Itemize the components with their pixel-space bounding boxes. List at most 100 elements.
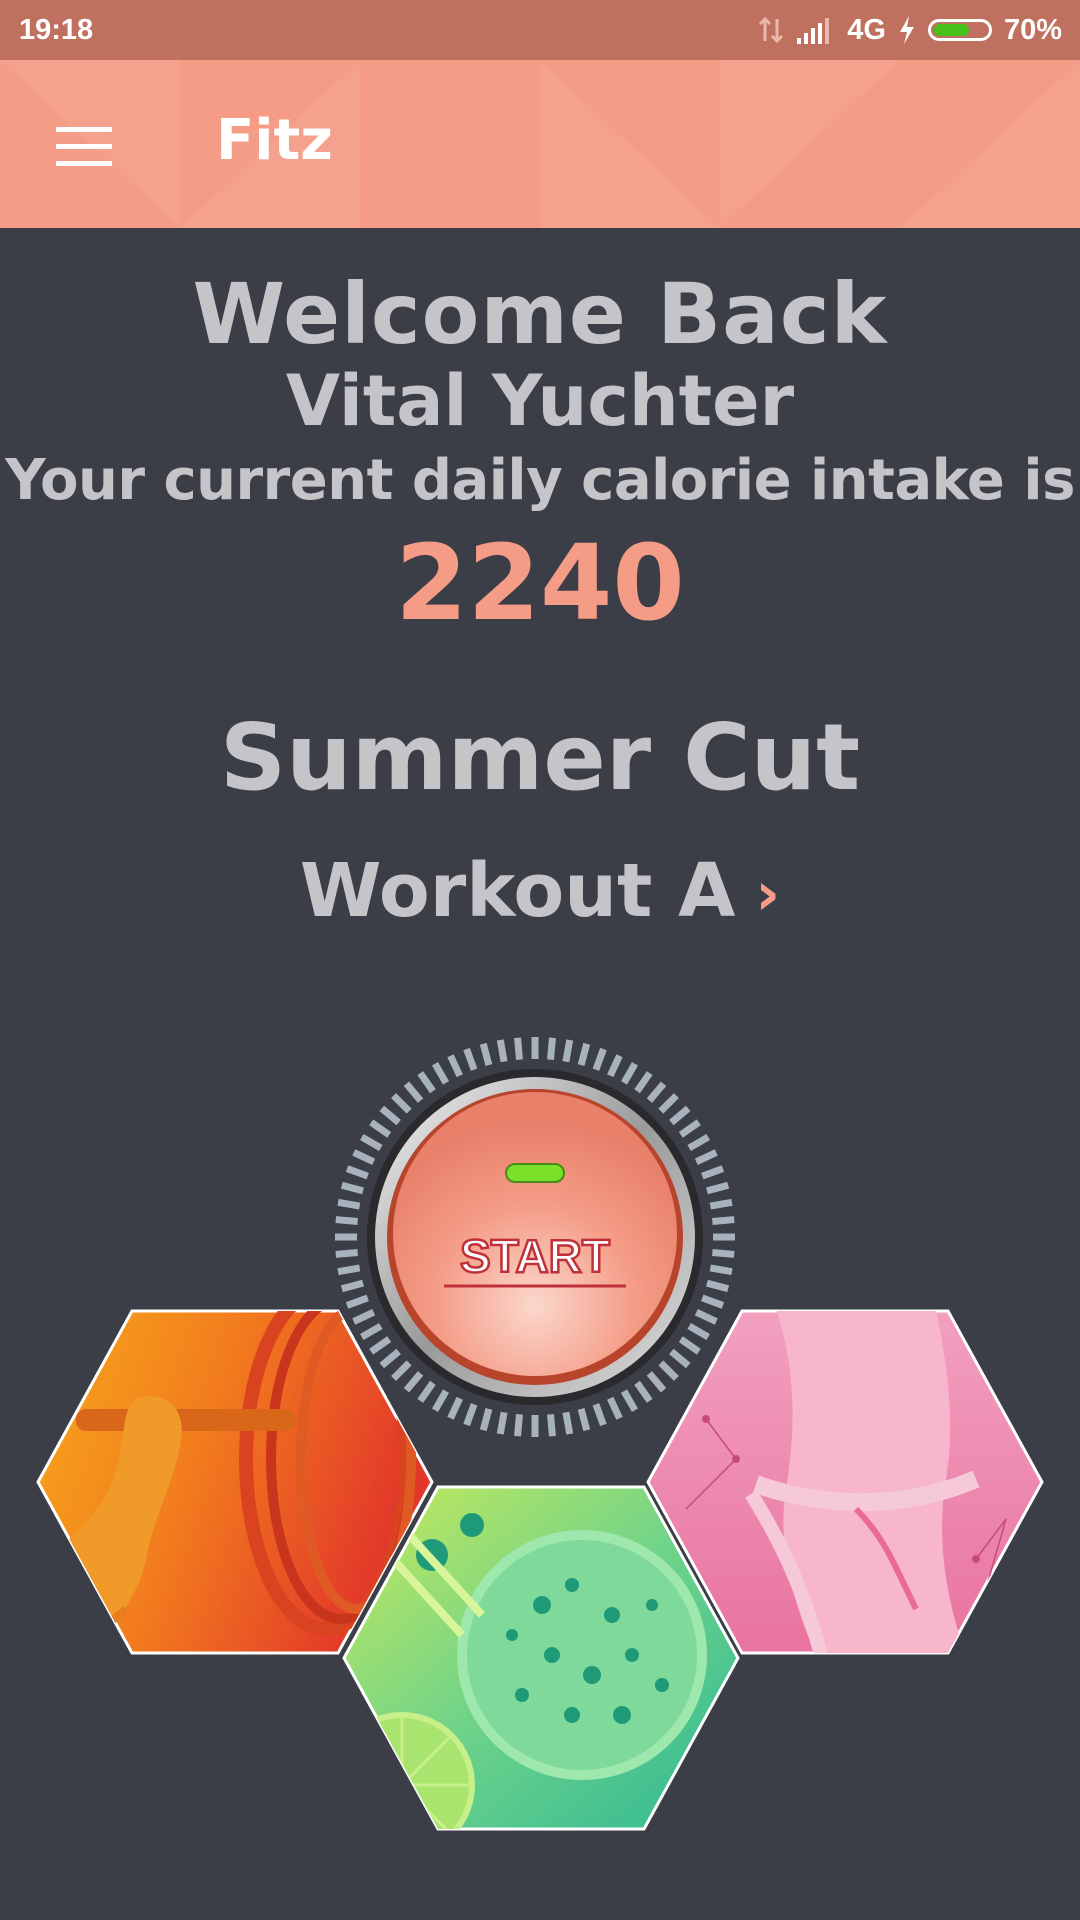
app-bar: Fitz [0, 60, 1080, 228]
dial-tick [431, 1062, 450, 1085]
dial-tick [547, 1037, 556, 1060]
dial-tick [514, 1414, 523, 1437]
dial-tick [712, 1249, 735, 1258]
charging-icon [899, 16, 914, 44]
battery-percent: 70% [1003, 13, 1062, 46]
dial-tick [607, 1054, 623, 1078]
healthy-food-image [342, 1485, 740, 1831]
dial-tick [620, 1389, 639, 1412]
dial-tick [417, 1071, 436, 1094]
dial-tick [391, 1093, 412, 1114]
dial-tick [360, 1133, 383, 1152]
dial-tick [352, 1149, 376, 1165]
dial-tick [678, 1119, 701, 1138]
dial-tick [687, 1133, 710, 1152]
dial-tick [669, 1348, 691, 1369]
dial-tick [701, 1165, 725, 1180]
dial-tick [337, 1264, 361, 1276]
status-time: 19:18 [19, 14, 94, 46]
app-bar-pattern [900, 60, 1080, 228]
menu-button[interactable] [40, 116, 128, 176]
dial-tick [607, 1396, 623, 1420]
dial-tick [335, 1216, 358, 1225]
dial-tick [514, 1037, 523, 1060]
calorie-label: Your current daily calorie intake is [5, 448, 1075, 513]
start-button-graphic: START [335, 1037, 735, 1437]
dial-tick [403, 1371, 424, 1393]
dial-tick [496, 1411, 508, 1435]
dial-tick [709, 1264, 733, 1276]
dial-tick [669, 1105, 691, 1126]
dial-tick [562, 1411, 574, 1435]
dial-tick [658, 1360, 679, 1381]
dial-tick [352, 1309, 376, 1325]
battery-fill [933, 24, 969, 36]
dial-tick [496, 1039, 508, 1063]
dial-tick [345, 1294, 369, 1309]
dial-tick [369, 1336, 392, 1355]
dial-tick [577, 1042, 591, 1066]
user-name: Vital Yuchter [285, 360, 795, 442]
dial-tick [447, 1054, 463, 1078]
app-bar-pattern [720, 60, 900, 228]
dial-tick [701, 1294, 725, 1309]
dial-tick [658, 1093, 679, 1114]
dial-tick [369, 1119, 392, 1138]
dial-tick [577, 1408, 591, 1432]
dial-tick [634, 1071, 653, 1094]
dial-tick [562, 1039, 574, 1063]
dial-tick [403, 1081, 424, 1103]
dial-tick [360, 1322, 383, 1341]
data-transfer-icon [759, 16, 784, 44]
chevron-right-icon: › [755, 859, 781, 929]
dial-tick [337, 1198, 361, 1210]
dial-tick [417, 1380, 436, 1403]
start-indicator-led [505, 1163, 565, 1183]
plan-name: Summer Cut [219, 704, 861, 811]
dial-tick [391, 1360, 412, 1381]
dial-tick [706, 1279, 730, 1293]
dial-tick [694, 1309, 718, 1325]
app-title: Fitz [216, 108, 333, 173]
dial-tick [709, 1198, 733, 1210]
network-type: 4G [847, 13, 886, 46]
status-bar: 19:18 4G 70% [0, 0, 1080, 60]
dial-tick [479, 1042, 493, 1066]
dial-tick [379, 1105, 401, 1126]
workout-label: Workout A [299, 848, 736, 934]
dial-tick [712, 1216, 735, 1225]
calorie-value: 2240 [395, 522, 685, 644]
hamburger-menu-icon [56, 160, 112, 166]
dial-tick [447, 1396, 463, 1420]
signal-icon [797, 18, 830, 44]
hamburger-menu-icon [56, 126, 112, 132]
dial-tick [547, 1414, 556, 1437]
welcome-heading: Welcome Back [192, 265, 888, 363]
start-button[interactable]: START [332, 1034, 738, 1440]
dial-tick [592, 1047, 607, 1071]
dial-tick [706, 1181, 730, 1195]
workout-link[interactable]: Workout A › [0, 848, 1080, 934]
dial-tick [634, 1380, 653, 1403]
app-bar-pattern [540, 60, 720, 228]
dial-tick [463, 1047, 478, 1071]
dial-tick [620, 1062, 639, 1085]
dial-tick [340, 1279, 364, 1293]
dial-tick [340, 1181, 364, 1195]
dial-tick [592, 1403, 607, 1427]
dial-tick [431, 1389, 450, 1412]
dial-tick [463, 1403, 478, 1427]
hamburger-menu-icon [56, 143, 112, 149]
dial-tick [479, 1408, 493, 1432]
dial-tick [345, 1165, 369, 1180]
dial-tick [678, 1336, 701, 1355]
dial-tick [646, 1371, 667, 1393]
dial-tick [687, 1322, 710, 1341]
dial-tick [694, 1149, 718, 1165]
status-icons: 4G 70% [745, 12, 1062, 48]
battery-icon [927, 19, 992, 41]
dial-tick [335, 1249, 358, 1258]
nutrition-tile[interactable] [342, 1485, 740, 1831]
dial-tick [379, 1348, 401, 1369]
start-label: START [460, 1230, 610, 1282]
